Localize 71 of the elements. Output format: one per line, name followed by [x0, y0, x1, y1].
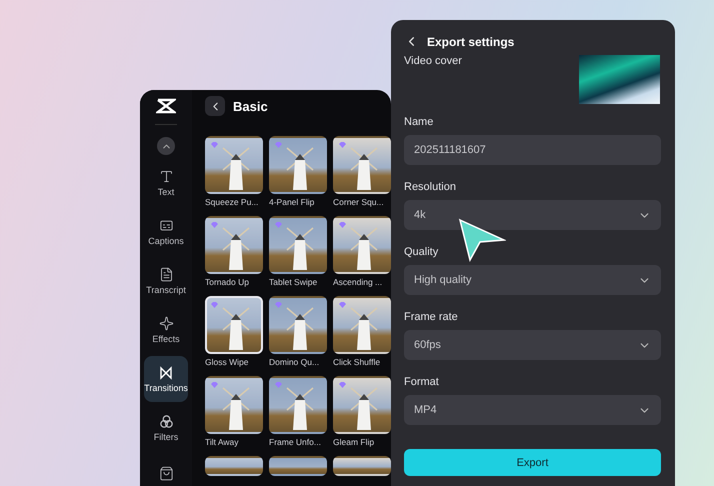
gem-icon: [339, 142, 346, 148]
cursor-icon: [458, 218, 506, 262]
transition-thumbnail[interactable]: [269, 136, 327, 194]
document-icon: [158, 267, 174, 282]
transition-label: Frame Unfo...: [269, 437, 322, 447]
sidebar-item[interactable]: Effects: [144, 307, 188, 353]
transition-thumbnail[interactable]: [205, 376, 263, 434]
gem-icon: [275, 142, 282, 148]
sidebar-item[interactable]: Text: [144, 160, 188, 206]
dropdown[interactable]: 60fps: [404, 330, 661, 360]
sparkle-icon: [158, 316, 174, 331]
field-label: Format: [404, 376, 440, 388]
transition-label: Gloss Wipe: [205, 357, 250, 367]
gem-icon: [339, 302, 346, 308]
sidebar-item[interactable]: Filters: [144, 405, 188, 451]
panel-title: Export settings: [427, 34, 514, 48]
transition-thumbnail[interactable]: [269, 456, 327, 476]
transition-label: 4-Panel Flip: [269, 197, 316, 207]
bag-icon: [158, 466, 174, 481]
export-button[interactable]: Export: [404, 449, 661, 476]
sidebar-item[interactable]: Transcript: [144, 258, 188, 304]
dropdown[interactable]: High quality: [404, 265, 661, 295]
transition-label: Click Shuffle: [333, 357, 382, 367]
field-label: Video cover: [404, 55, 462, 67]
bowtie-icon: [159, 366, 173, 380]
transition-thumbnail[interactable]: [333, 296, 391, 354]
transition-thumbnail[interactable]: [333, 136, 391, 194]
logo-icon: [156, 98, 176, 114]
transition-label: Squeeze Pu...: [205, 197, 260, 207]
name-field[interactable]: 202511181607: [404, 135, 661, 165]
sidebar-item[interactable]: Captions: [144, 209, 188, 255]
transition-thumbnail[interactable]: [269, 376, 327, 434]
transition-thumbnail[interactable]: [205, 296, 263, 354]
gem-icon: [211, 142, 218, 148]
transition-thumbnail[interactable]: [269, 296, 327, 354]
transition-label: Gleam Flip: [333, 437, 376, 447]
gem-icon: [339, 222, 346, 228]
gem-icon: [275, 382, 282, 388]
transition-thumbnail[interactable]: [333, 376, 391, 434]
transition-thumbnail[interactable]: [333, 456, 391, 476]
dropdown[interactable]: 4k: [404, 200, 661, 230]
captions-icon: [158, 218, 174, 233]
transition-label: Corner Squ...: [333, 197, 385, 207]
transition-thumbnail[interactable]: [205, 216, 263, 274]
field-label: Frame rate: [404, 311, 459, 323]
transition-thumbnail[interactable]: [205, 456, 263, 476]
collapse-button[interactable]: [157, 137, 175, 155]
field-label: Name: [404, 116, 434, 128]
transition-label: Tablet Swipe: [269, 277, 318, 287]
dropdown[interactable]: MP4: [404, 395, 661, 425]
circles-icon: [158, 414, 174, 429]
field-label: Quality: [404, 246, 440, 258]
gem-icon: [211, 382, 218, 388]
panel-title: Basic: [233, 98, 268, 114]
transition-label: Domino Qu...: [269, 357, 320, 367]
photo-placeholder[interactable]: [579, 55, 660, 104]
sidebar-item[interactable]: Transitions: [144, 356, 188, 402]
gem-icon: [211, 222, 218, 228]
transition-thumbnail[interactable]: [269, 216, 327, 274]
transition-thumbnail[interactable]: [333, 216, 391, 274]
gem-icon: [275, 222, 282, 228]
gem-icon: [211, 302, 218, 308]
gem-icon: [339, 382, 346, 388]
gem-icon: [275, 302, 282, 308]
transition-label: Tornado Up: [205, 277, 250, 287]
transition-label: Ascending ...: [333, 277, 384, 287]
field-label: Resolution: [404, 181, 457, 193]
transition-label: Tilt Away: [205, 437, 240, 447]
transition-thumbnail[interactable]: [205, 136, 263, 194]
back-button[interactable]: [205, 96, 225, 116]
text-icon: [158, 169, 174, 184]
